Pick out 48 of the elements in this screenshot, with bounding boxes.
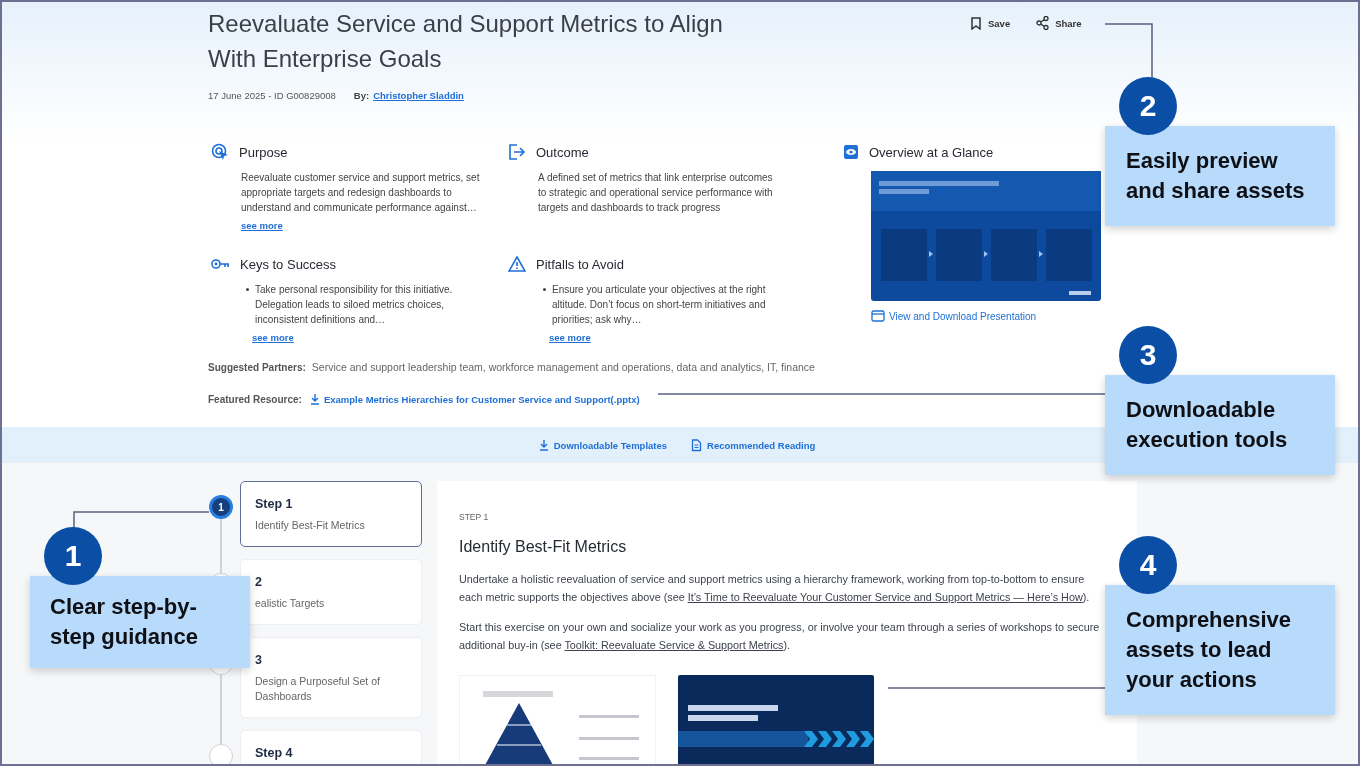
view-presentation-link[interactable]: View and Download Presentation [871,310,1037,322]
bullet-text: Ensure you articulate your objectives at the right altitude. Don’t focus on short-term initiatives and priorities; ask why… [552,283,767,327]
step-card[interactable]: Step 4 [240,730,422,764]
section-heading: Pitfalls to Avoid [536,256,624,272]
callout-tooltip: Easily preview and share assets [1105,126,1335,226]
callout-tooltip: Clear step-by-step guidance [30,576,250,668]
step-card[interactable]: Step 1 Identify Best-Fit Metrics [240,481,422,547]
section-heading: Purpose [239,144,288,160]
section-text: A defined set of metrics that link enterprise outcomes to strategic and operational service performance with targets and dashboards to track progress [538,171,774,215]
see-more-link[interactable]: see more [549,330,591,345]
save-button[interactable]: Save [970,16,1011,30]
featured-label: Featured Resource: [208,393,302,405]
step-card[interactable]: 3 Design a Purposeful Set of Dashboards [240,637,422,718]
paragraph: Undertake a holistic reevaluation of service and support metrics using a hierarchy framework, working from top-to-bottom to ensure each metric supports the objectives above (see It’s Time to Reevaluate Your Customer Service and Support Metrics — Here’s How). [459,572,1091,605]
step-card[interactable]: 2 ealistic Targets [240,559,422,625]
link[interactable]: It’s Time to Reevaluate Your Customer Service and Support Metrics — Here’s How [687,591,1083,603]
author-link[interactable]: Christopher Sladdin [373,89,464,103]
callout-tooltip: Downloadable execution tools [1105,375,1335,475]
callout-number: 1 [44,527,102,585]
step-title: ealistic Targets [255,596,326,611]
step-title: Design a Purposeful Set of Dashboards [255,674,381,704]
paragraph: Start this exercise on your own and socialize your work as you progress, or involve your team through a series of workshops to secure additional buy-in (see Toolkit: Reevaluate Service & Support Metrics). [459,620,1101,653]
see-more-link[interactable]: see more [241,218,283,233]
callout-tooltip: Comprehensive assets to lead your actions [1105,585,1335,715]
section-heading: Keys to Success [240,256,337,272]
date-id-text: 17 June 2025 - ID G00829008 [208,89,336,103]
step-label: 2 [255,574,263,590]
step-heading: Identify Best-Fit Metrics [459,537,628,557]
resource-link[interactable]: Downloadable Templates [538,439,668,451]
share-button[interactable]: Share [1036,16,1082,30]
step-label: Step 4 [255,745,294,761]
step-marker[interactable]: 1 [209,495,233,519]
step-label: Step 1 [255,496,294,512]
partners-label: Suggested Partners: [208,361,306,373]
section-text: Reevaluate customer service and support metrics, set appropriate targets and redesign dashboards to understand and communicate performance against… [241,171,481,215]
partners-text: Service and support leadership team, workforce management and operations, data and analytics, IT, finance [311,361,815,373]
link[interactable]: Toolkit: Reevaluate Service & Support Metrics [564,639,784,651]
featured-resource-link[interactable]: Example Metrics Hierarchies for Customer Service and Support(.pptx) [309,393,640,405]
step-title: Identify Best-Fit Metrics [255,518,366,533]
resource-link[interactable]: Recommended Reading [691,438,816,452]
page-title: Reevaluate Service and Support Metrics to Align With Enterprise Goals [208,9,724,74]
author-label: By: [353,89,370,103]
step-eyebrow: STEP 1 [459,511,490,523]
section-heading: Outcome [536,144,589,160]
section-heading: Overview at a Glance [869,144,994,160]
see-more-link[interactable]: see more [252,330,294,345]
step-label: 3 [255,652,263,668]
bullet-text: Take personal responsibility for this initiative. Delegation leads to siloed metrics choices, inconsistent definitions and… [255,283,454,327]
